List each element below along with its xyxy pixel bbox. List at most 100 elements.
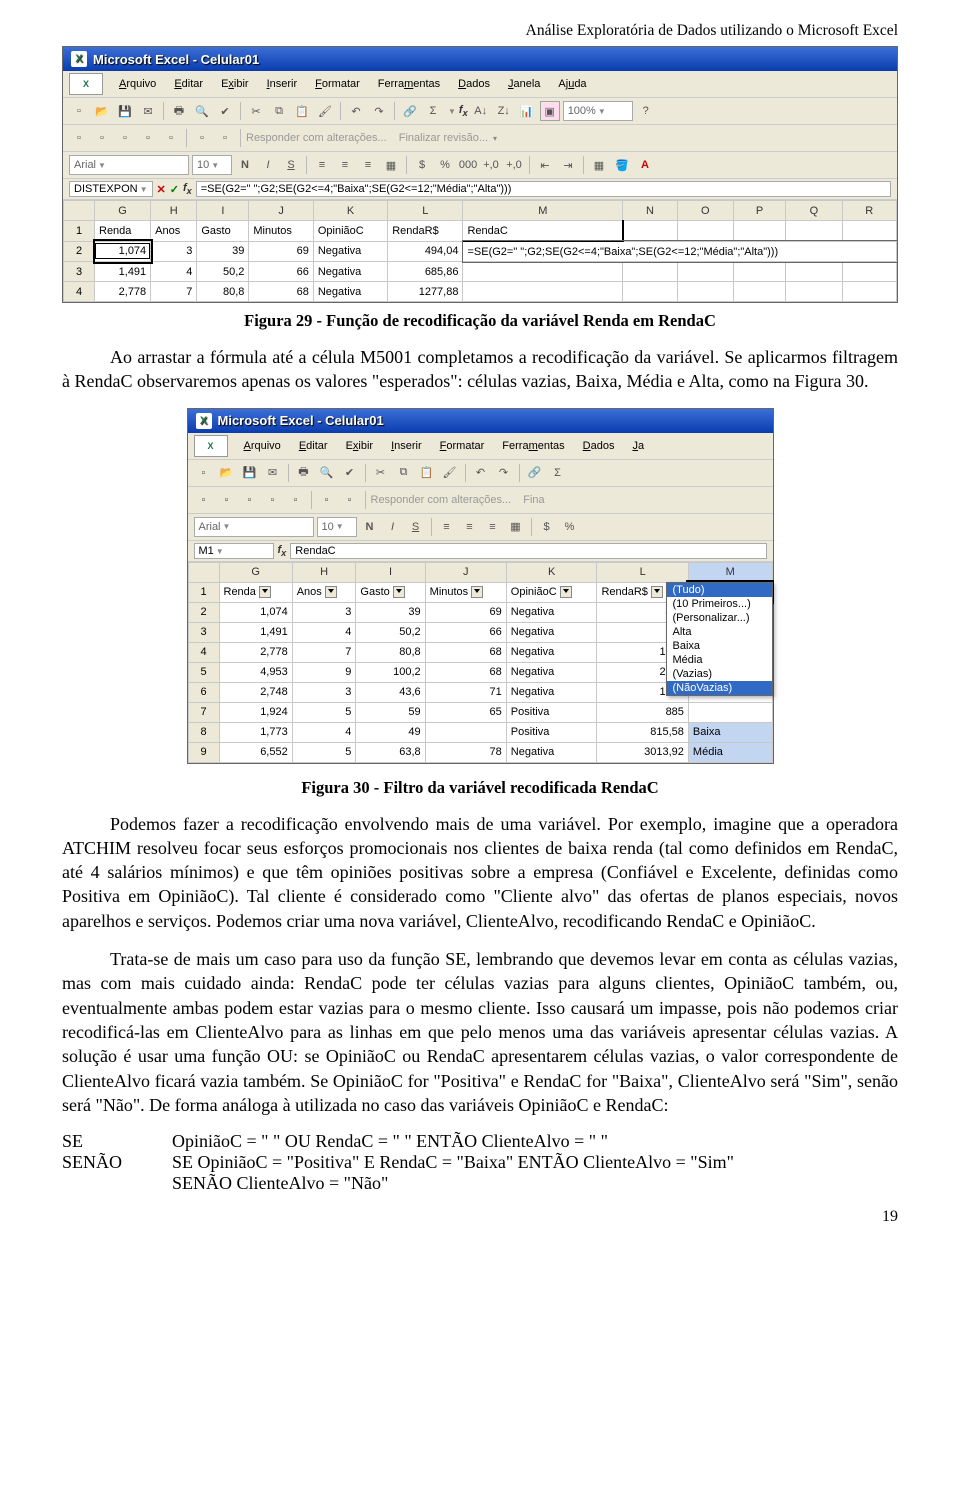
autofilter-arrow-icon[interactable] xyxy=(560,586,572,598)
new-icon[interactable]: ▫ xyxy=(69,101,89,121)
cell[interactable]: 5 xyxy=(292,742,356,762)
row-header[interactable]: 4 xyxy=(188,642,219,662)
filter-option[interactable]: (NãoVazias) xyxy=(667,681,772,695)
fill-color-icon[interactable]: 🪣 xyxy=(612,155,632,175)
cell[interactable] xyxy=(425,722,506,742)
review3-icon[interactable]: ▫ xyxy=(115,128,135,148)
menu-ferramentas[interactable]: Ferramentas xyxy=(494,438,572,454)
fx-button-icon[interactable]: fx xyxy=(459,104,468,118)
decrease-decimal-icon[interactable]: +,0 xyxy=(504,155,524,175)
review2-icon[interactable]: ▫ xyxy=(92,128,112,148)
name-box[interactable]: M1▼ xyxy=(194,543,274,559)
preview-icon[interactable]: 🔍 xyxy=(192,101,212,121)
cell-header[interactable]: OpiniãoC xyxy=(506,582,597,602)
menu-formatar[interactable]: Formatar xyxy=(432,438,493,454)
corner-cell[interactable] xyxy=(188,562,219,582)
cell[interactable]: 65 xyxy=(425,702,506,722)
col-J[interactable]: J xyxy=(249,201,313,221)
cell[interactable] xyxy=(733,262,785,282)
menu-dados[interactable]: Dados xyxy=(450,76,498,92)
cell-header[interactable]: Minutos xyxy=(425,582,506,602)
mail-icon[interactable]: ✉ xyxy=(263,463,283,483)
formula-accept-icon[interactable]: ✓ xyxy=(170,183,179,196)
cell[interactable]: Negativa xyxy=(313,282,387,302)
review5-icon[interactable]: ▫ xyxy=(286,490,306,510)
cell[interactable]: 66 xyxy=(425,622,506,642)
print-icon[interactable]: 🖶 xyxy=(294,463,314,483)
print-icon[interactable]: 🖶 xyxy=(169,101,189,121)
row-header[interactable]: 1 xyxy=(188,582,219,602)
cell[interactable] xyxy=(733,282,785,302)
cell[interactable]: 7 xyxy=(292,642,356,662)
redo-icon[interactable]: ↷ xyxy=(494,463,514,483)
col-M-selected[interactable]: M xyxy=(688,562,772,582)
cell-header[interactable]: Gasto xyxy=(356,582,425,602)
filter-option[interactable]: Alta xyxy=(667,625,772,639)
save-icon[interactable]: 💾 xyxy=(115,101,135,121)
cell[interactable]: 78 xyxy=(425,742,506,762)
col-K[interactable]: K xyxy=(506,562,597,582)
cut-icon[interactable]: ✂ xyxy=(246,101,266,121)
cell[interactable]: 1,074 xyxy=(219,602,292,622)
cell[interactable] xyxy=(677,221,733,242)
cell[interactable] xyxy=(786,221,842,242)
fx-icon[interactable]: fx xyxy=(183,182,192,196)
hyperlink-icon[interactable]: 🔗 xyxy=(400,101,420,121)
menu-editar[interactable]: Editar xyxy=(291,438,336,454)
cell[interactable]: 68 xyxy=(425,642,506,662)
col-H[interactable]: H xyxy=(292,562,356,582)
new-icon[interactable]: ▫ xyxy=(194,463,214,483)
undo-icon[interactable]: ↶ xyxy=(346,101,366,121)
cell[interactable] xyxy=(842,282,897,302)
menu-formatar[interactable]: Formatar xyxy=(307,76,368,92)
menu-dados[interactable]: Dados xyxy=(575,438,623,454)
copy-icon[interactable]: ⧉ xyxy=(269,101,289,121)
col-M[interactable]: M xyxy=(463,201,623,221)
col-K[interactable]: K xyxy=(313,201,387,221)
drawing-toolbar-icon[interactable]: ▣ xyxy=(540,101,560,121)
cell[interactable] xyxy=(623,221,677,242)
row-header[interactable]: 7 xyxy=(188,702,219,722)
cell[interactable]: 815,58 xyxy=(597,722,688,742)
cell[interactable]: 3013,92 xyxy=(597,742,688,762)
cell[interactable] xyxy=(677,282,733,302)
cell[interactable]: 1277,88 xyxy=(388,282,463,302)
col-I[interactable]: I xyxy=(356,562,425,582)
filter-option[interactable]: (Tudo) xyxy=(667,583,772,597)
cell[interactable]: 4 xyxy=(292,622,356,642)
menu-arquivo[interactable]: Arquivo xyxy=(111,76,164,92)
cell[interactable]: Gasto xyxy=(197,221,249,242)
sort-asc-icon[interactable]: A↓ xyxy=(471,101,491,121)
cell[interactable] xyxy=(623,262,677,282)
autofilter-dropdown[interactable]: (Tudo) (10 Primeiros...) (Personalizar..… xyxy=(666,582,773,696)
cell[interactable]: 2,778 xyxy=(219,642,292,662)
filter-option[interactable]: (Vazias) xyxy=(667,667,772,681)
undo-icon[interactable]: ↶ xyxy=(471,463,491,483)
open-icon[interactable]: 📂 xyxy=(92,101,112,121)
font-name-box[interactable]: Arial▼ xyxy=(69,155,189,175)
cell[interactable]: 4 xyxy=(292,722,356,742)
row-header[interactable]: 4 xyxy=(64,282,95,302)
align-left-icon[interactable]: ≡ xyxy=(437,517,457,537)
font-color-icon[interactable]: A xyxy=(635,155,655,175)
hyperlink-icon[interactable]: 🔗 xyxy=(525,463,545,483)
autofilter-arrow-icon[interactable] xyxy=(393,586,405,598)
cell[interactable]: 69 xyxy=(425,602,506,622)
cell[interactable]: Positiva xyxy=(506,702,597,722)
cell[interactable]: 69 xyxy=(249,241,313,262)
cell[interactable]: 49 xyxy=(356,722,425,742)
name-box[interactable]: DISTEXPON▼ xyxy=(69,181,153,197)
bold-icon[interactable]: N xyxy=(360,517,380,537)
cell[interactable]: 39 xyxy=(356,602,425,622)
autofilter-arrow-icon[interactable] xyxy=(651,586,663,598)
cell[interactable]: Média xyxy=(688,742,772,762)
paste-icon[interactable]: 📋 xyxy=(417,463,437,483)
filter-option[interactable]: (Personalizar...) xyxy=(667,611,772,625)
cell[interactable]: 4 xyxy=(151,262,197,282)
col-N[interactable]: N xyxy=(623,201,677,221)
cell[interactable] xyxy=(786,262,842,282)
menu-ferramentas[interactable]: Ferramentas xyxy=(370,76,448,92)
col-R[interactable]: R xyxy=(842,201,897,221)
cell[interactable] xyxy=(842,221,897,242)
increase-indent-icon[interactable]: ⇥ xyxy=(558,155,578,175)
